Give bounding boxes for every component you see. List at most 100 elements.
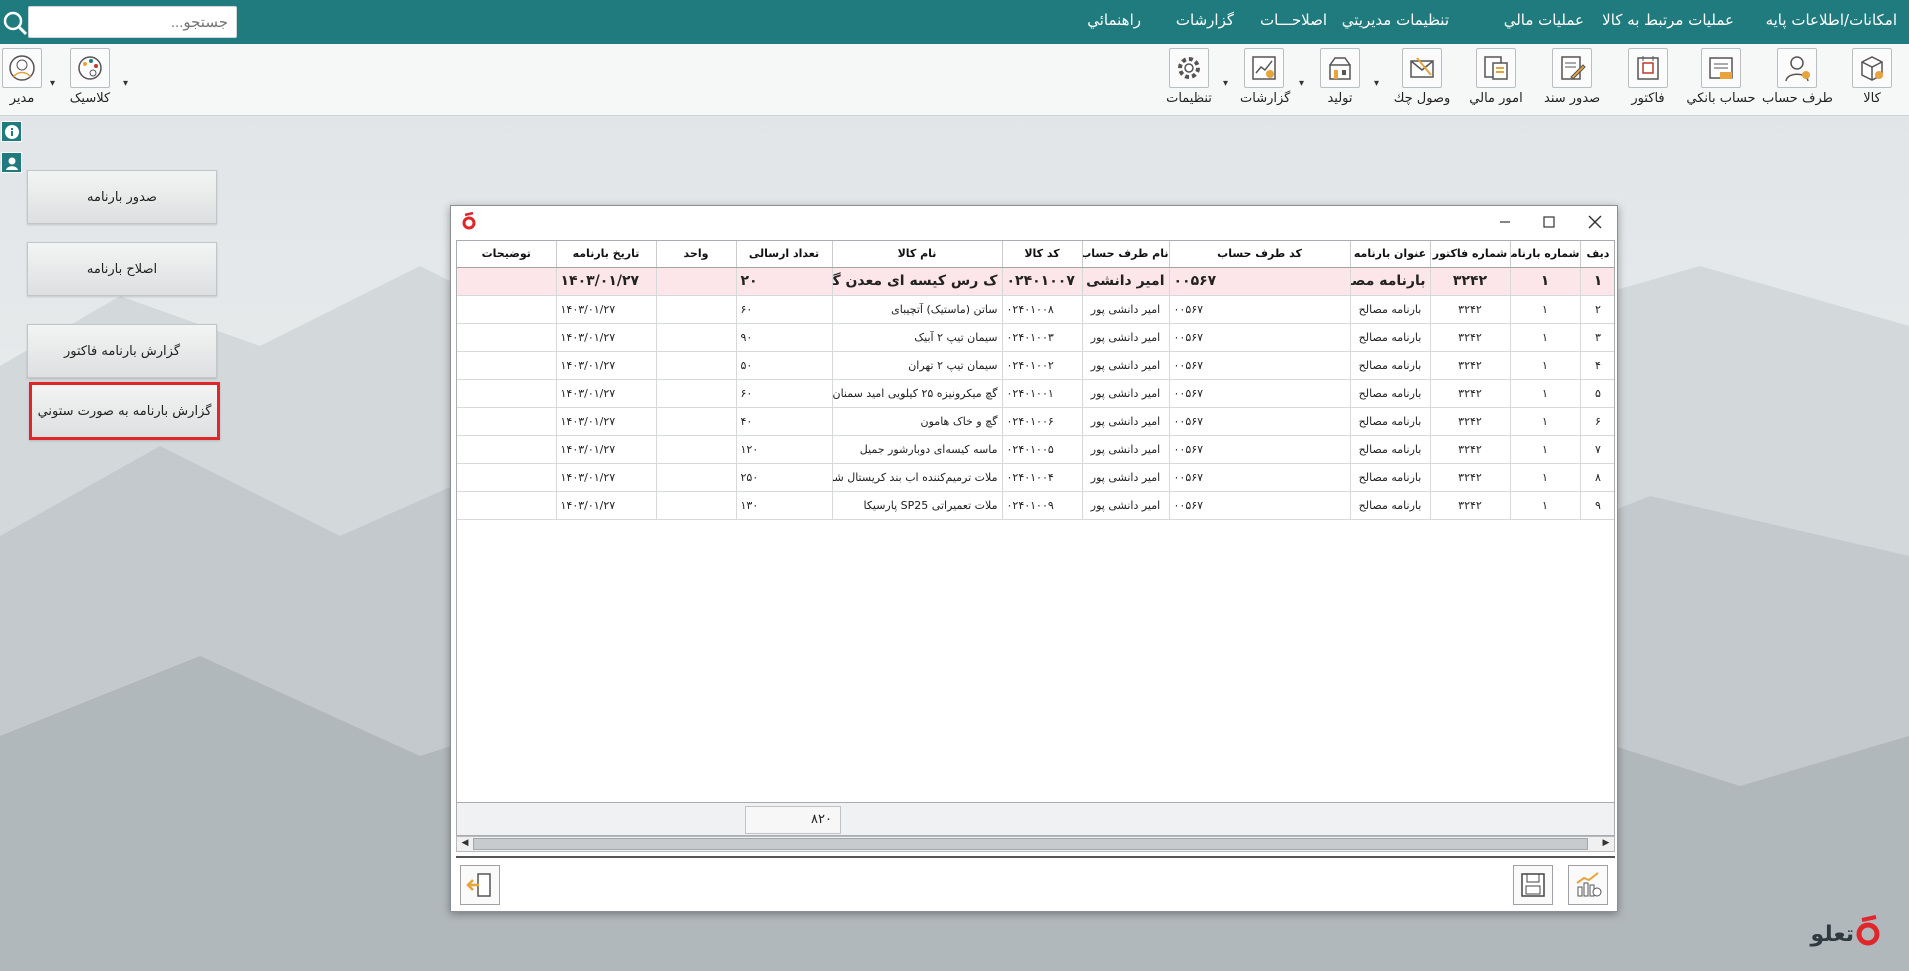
- cell-goods-name[interactable]: ماسه کیسه‌ای دوبارشور جمیل: [832, 435, 1003, 464]
- cell-invoice-number[interactable]: ۳۲۴۲: [1430, 379, 1511, 408]
- cell-row-number[interactable]: ۲: [1580, 295, 1614, 324]
- cell-account-name[interactable]: امیر دانشی پور: [1082, 463, 1170, 492]
- cell-description[interactable]: [457, 351, 557, 380]
- cell-account-code[interactable]: ۰۰۵۶۷: [1169, 463, 1351, 492]
- cell-row-number[interactable]: ۷: [1580, 435, 1614, 464]
- waybill-invoice-report-button[interactable]: گزارش بارنامه فاکتور: [27, 324, 217, 378]
- cell-sent-count[interactable]: ۹۰: [736, 323, 833, 352]
- search-icon[interactable]: [2, 10, 28, 36]
- cell-unit[interactable]: [656, 463, 737, 492]
- user-profile-icon[interactable]: [1, 152, 22, 173]
- cell-waybill-date[interactable]: ۱۴۰۳/۰۱/۲۷: [556, 351, 657, 380]
- cell-goods-code[interactable]: ۰۲۴۰۱۰۰۲: [1002, 351, 1083, 380]
- cell-row-number[interactable]: ۳: [1580, 323, 1614, 352]
- cell-waybill-title[interactable]: بارنامه مصالح: [1350, 323, 1431, 352]
- cell-goods-code[interactable]: ۰۲۴۰۱۰۰۶: [1002, 407, 1083, 436]
- tool-production[interactable]: توليد: [1318, 48, 1362, 112]
- col-header-waybill-date[interactable]: تاريخ بارنامه: [556, 241, 657, 268]
- menu-financial-ops[interactable]: عمليات مالي: [1504, 11, 1584, 29]
- cell-unit[interactable]: [656, 407, 737, 436]
- cell-sent-count[interactable]: ۱۲۰: [736, 435, 833, 464]
- cell-account-code[interactable]: ۰۰۵۶۷: [1169, 435, 1351, 464]
- cell-waybill-number[interactable]: ۱: [1510, 407, 1581, 436]
- cell-invoice-number[interactable]: ۳۲۴۲: [1430, 351, 1511, 380]
- cell-description[interactable]: [457, 407, 557, 436]
- cell-waybill-date[interactable]: ۱۴۰۳/۰۱/۲۷: [556, 463, 657, 492]
- table-row[interactable]: ۳ ۱ ۳۲۴۲ بارنامه مصالح ۰۰۵۶۷ امیر دانشی پور ۰۲…: [457, 323, 1614, 352]
- cell-invoice-number[interactable]: ۳۲۴۲: [1430, 463, 1511, 492]
- cell-waybill-title[interactable]: بارنامه مصالح: [1350, 491, 1431, 520]
- cell-sent-count[interactable]: ۱۳۰: [736, 491, 833, 520]
- cell-waybill-number[interactable]: ۱: [1510, 295, 1581, 324]
- cell-waybill-date[interactable]: ۱۴۰۳/۰۱/۲۷: [556, 435, 657, 464]
- cell-unit[interactable]: [656, 267, 737, 296]
- cell-sent-count[interactable]: ۶۰: [736, 379, 833, 408]
- table-row[interactable]: ۸ ۱ ۳۲۴۲ بارنامه مصالح ۰۰۵۶۷ امیر دانشی پور ۰۲…: [457, 463, 1614, 492]
- cell-invoice-number[interactable]: ۳۲۴۲: [1430, 267, 1511, 296]
- cell-account-code[interactable]: ۰۰۵۶۷: [1169, 267, 1351, 296]
- cell-account-code[interactable]: ۰۰۵۶۷: [1169, 379, 1351, 408]
- cell-invoice-number[interactable]: ۳۲۴۲: [1430, 323, 1511, 352]
- cell-waybill-number[interactable]: ۱: [1510, 435, 1581, 464]
- col-header-sent-count[interactable]: تعداد ارسالی: [736, 241, 833, 268]
- cell-waybill-number[interactable]: ۱: [1510, 323, 1581, 352]
- cell-sent-count[interactable]: ۲۰: [736, 267, 833, 296]
- cell-account-code[interactable]: ۰۰۵۶۷: [1169, 491, 1351, 520]
- cell-goods-name[interactable]: ساتن (ماستیک) آتچیبای: [832, 295, 1003, 324]
- cell-description[interactable]: [457, 295, 557, 324]
- edit-waybill-button[interactable]: اصلاح بارنامه: [27, 242, 217, 296]
- cell-unit[interactable]: [656, 379, 737, 408]
- cell-account-name[interactable]: امیر دانشی پور: [1082, 379, 1170, 408]
- cell-account-name[interactable]: امیر دانشی پور: [1082, 323, 1170, 352]
- cell-goods-name[interactable]: ملات تعمیراتی SP25 پارسیکا: [832, 491, 1003, 520]
- cell-waybill-date[interactable]: ۱۴۰۳/۰۱/۲۷: [556, 407, 657, 436]
- menu-corrections[interactable]: اصلاحـــات: [1260, 11, 1327, 29]
- chevron-down-icon[interactable]: ▾: [123, 78, 128, 89]
- cell-goods-name[interactable]: سیمان تیپ ۲ تهران: [832, 351, 1003, 380]
- cell-waybill-number[interactable]: ۱: [1510, 491, 1581, 520]
- cell-row-number[interactable]: ۵: [1580, 379, 1614, 408]
- search-input[interactable]: [28, 6, 237, 38]
- table-row[interactable]: ۱۱۳۲۴۲بارنامه مصالح۰۰۵۶۷امیر دانشی پور۰۲…: [457, 267, 1614, 296]
- cell-description[interactable]: [457, 435, 557, 464]
- cell-account-name[interactable]: امیر دانشی پور: [1082, 267, 1170, 296]
- cell-goods-code[interactable]: ۰۲۴۰۱۰۰۴: [1002, 463, 1083, 492]
- cell-invoice-number[interactable]: ۳۲۴۲: [1430, 491, 1511, 520]
- cell-account-name[interactable]: امیر دانشی پور: [1082, 295, 1170, 324]
- tool-issue-document[interactable]: صدور سند: [1544, 48, 1600, 112]
- minimize-icon[interactable]: [1493, 210, 1517, 234]
- cell-unit[interactable]: [656, 323, 737, 352]
- cell-invoice-number[interactable]: ۳۲۴۲: [1430, 407, 1511, 436]
- cell-goods-code[interactable]: ۰۲۴۰۱۰۰۱: [1002, 379, 1083, 408]
- menu-reports[interactable]: گزارشات: [1176, 11, 1234, 29]
- cell-waybill-date[interactable]: ۱۴۰۳/۰۱/۲۷: [556, 295, 657, 324]
- cell-unit[interactable]: [656, 435, 737, 464]
- cell-row-number[interactable]: ۸: [1580, 463, 1614, 492]
- cell-invoice-number[interactable]: ۳۲۴۲: [1430, 295, 1511, 324]
- table-row[interactable]: ۲ ۱ ۳۲۴۲ بارنامه مصالح ۰۰۵۶۷ امیر دانشی پور ۰۲…: [457, 295, 1614, 324]
- menu-goods-ops[interactable]: عمليات مرتبط به کالا: [1602, 11, 1734, 29]
- cell-waybill-date[interactable]: ۱۴۰۳/۰۱/۲۷: [556, 379, 657, 408]
- cell-goods-code[interactable]: ۰۲۴۰۱۰۰۹: [1002, 491, 1083, 520]
- cell-sent-count[interactable]: ۶۰: [736, 295, 833, 324]
- cell-goods-name[interactable]: گچ میکرونیزه ۲۵ کیلویی امید سمنان: [832, 379, 1003, 408]
- scrollbar-thumb[interactable]: [473, 838, 1588, 850]
- col-header-account-code[interactable]: کد طرف حساب: [1169, 241, 1351, 268]
- cell-sent-count[interactable]: ۲۵۰: [736, 463, 833, 492]
- cell-row-number[interactable]: ۴: [1580, 351, 1614, 380]
- tool-reports[interactable]: گزارشات: [1240, 48, 1290, 112]
- cell-waybill-number[interactable]: ۱: [1510, 267, 1581, 296]
- cell-waybill-date[interactable]: ۱۴۰۳/۰۱/۲۷: [556, 267, 657, 296]
- tool-invoice[interactable]: فاکتور: [1624, 48, 1672, 112]
- col-header-unit[interactable]: واحد: [656, 241, 737, 268]
- tool-user-admin[interactable]: مدير: [2, 48, 42, 112]
- cell-waybill-title[interactable]: بارنامه مصالح: [1350, 435, 1431, 464]
- info-icon[interactable]: [1, 121, 22, 142]
- tool-theme-classic[interactable]: کلاسيک: [66, 48, 114, 112]
- cell-sent-count[interactable]: ۴۰: [736, 407, 833, 436]
- cell-goods-name[interactable]: سیمان تیپ ۲ آبیک: [832, 323, 1003, 352]
- table-row[interactable]: ۹ ۱ ۳۲۴۲ بارنامه مصالح ۰۰۵۶۷ امیر دانشی پور ۰۲…: [457, 491, 1614, 520]
- cell-unit[interactable]: [656, 351, 737, 380]
- cell-account-code[interactable]: ۰۰۵۶۷: [1169, 295, 1351, 324]
- chevron-down-icon[interactable]: ▾: [1374, 78, 1379, 89]
